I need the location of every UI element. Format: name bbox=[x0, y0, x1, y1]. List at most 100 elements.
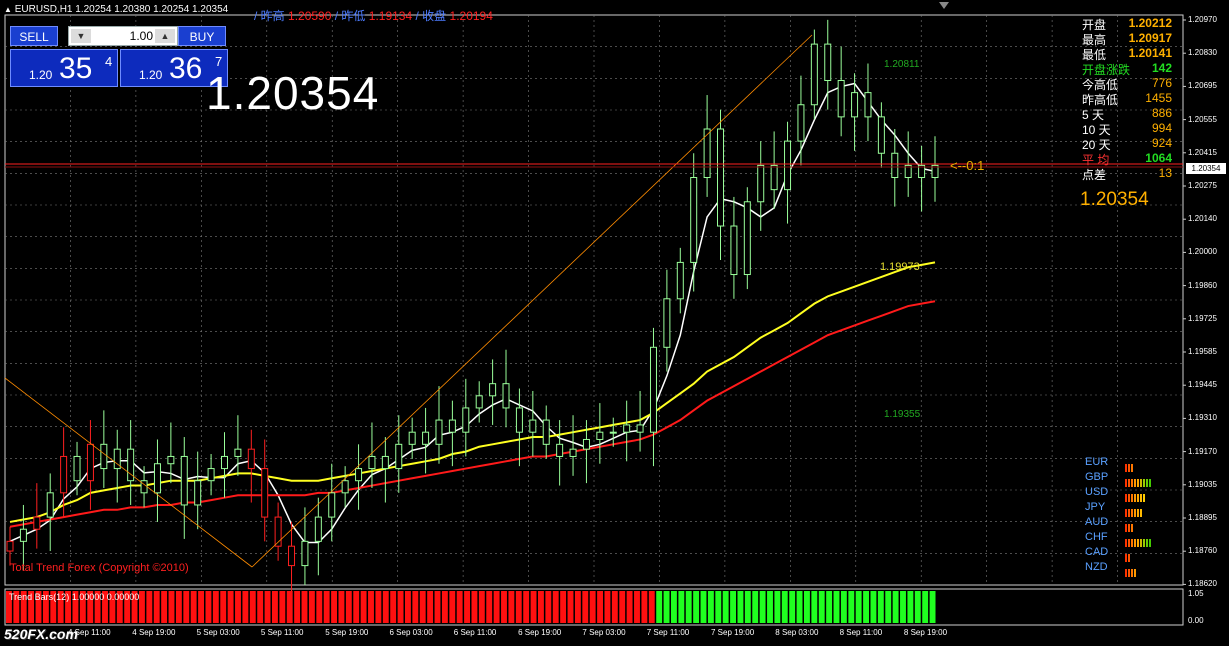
trend-bar-bull bbox=[863, 591, 869, 623]
trend-bar-bear bbox=[368, 591, 374, 623]
currency-strength-bar bbox=[1125, 474, 1152, 487]
arrow-label: <--0:1 bbox=[950, 158, 985, 173]
strength-segment bbox=[1143, 539, 1145, 547]
sell-button[interactable]: SELL bbox=[10, 26, 58, 46]
prev-close-value: 1.20194 bbox=[449, 9, 493, 23]
lot-increase-icon[interactable]: ▲ bbox=[155, 29, 175, 43]
currency-strength-bar bbox=[1125, 519, 1134, 532]
time-axis-label: 8 Sep 11:00 bbox=[839, 628, 883, 637]
current-price-tag: 1.20354 bbox=[1186, 163, 1226, 174]
trend-bar-bear bbox=[323, 591, 330, 623]
price-axis-label: 1.20970 bbox=[1188, 15, 1217, 24]
stats-value: 1.20141 bbox=[1128, 46, 1172, 60]
stats-row: 20 天 924 bbox=[1082, 136, 1172, 152]
trend-bar-bear bbox=[139, 591, 145, 623]
candle-body bbox=[314, 516, 322, 542]
price-axis-label: 1.19725 bbox=[1188, 313, 1217, 323]
stats-label: 点差 bbox=[1082, 168, 1107, 182]
stats-value: 924 bbox=[1151, 136, 1172, 150]
strength-segment bbox=[1128, 494, 1130, 502]
candle-body bbox=[328, 492, 336, 518]
candle-body bbox=[247, 448, 255, 470]
candle-body bbox=[502, 383, 510, 409]
candle-body bbox=[207, 468, 215, 482]
strength-segment bbox=[1140, 539, 1142, 547]
candle-body bbox=[341, 480, 349, 494]
buy-button[interactable]: BUY bbox=[178, 26, 226, 46]
candle-body bbox=[6, 540, 14, 552]
trend-bar-bear bbox=[279, 591, 286, 623]
stats-row: 点差 13 bbox=[1082, 166, 1172, 182]
lot-size-input[interactable]: 1.00 bbox=[93, 29, 153, 43]
stats-value: 886 bbox=[1151, 106, 1172, 120]
current-price-large: 1.20354 bbox=[206, 67, 380, 119]
trend-bar-bull bbox=[722, 591, 729, 623]
strength-segment bbox=[1131, 494, 1133, 502]
candle-body bbox=[636, 424, 644, 433]
strength-segment bbox=[1131, 479, 1133, 487]
trend-bar-bull bbox=[774, 591, 781, 623]
currency-strength-bar bbox=[1125, 549, 1131, 562]
price-axis-label: 1.20275 bbox=[1188, 181, 1217, 190]
time-axis-label: 4 Sep 19:00 bbox=[132, 628, 176, 637]
candle-body bbox=[529, 419, 537, 433]
prev-day-summary: / 昨高 1.20590 / 昨低 1.19134 / 收盘 1.20194 bbox=[254, 7, 493, 24]
trend-bar-bear bbox=[405, 591, 411, 623]
currency-label: NZD bbox=[1085, 561, 1108, 573]
trend-bar-bull bbox=[752, 591, 759, 623]
indicator-axis-label: 1.05 bbox=[1188, 589, 1204, 598]
trend-bar-bear bbox=[626, 591, 633, 623]
trend-bar-bear bbox=[205, 591, 212, 623]
trend-bar-bull bbox=[744, 591, 751, 623]
candle-body bbox=[234, 448, 242, 457]
stats-row: 今高低 776 bbox=[1082, 76, 1172, 92]
strength-segment bbox=[1134, 509, 1136, 517]
time-axis-label: 7 Sep 11:00 bbox=[646, 628, 690, 637]
symbol-info: EURUSD,H1 1.20254 1.20380 1.20254 1.2035… bbox=[14, 4, 229, 15]
trend-bar-bear bbox=[412, 591, 419, 623]
trend-bar-bull bbox=[840, 591, 847, 623]
candle-body bbox=[824, 43, 832, 81]
lot-decrease-icon[interactable]: ▼ bbox=[71, 29, 91, 43]
candle-body bbox=[851, 92, 859, 118]
menu-triangle-icon[interactable]: ▲ bbox=[4, 5, 12, 14]
lot-size-stepper[interactable]: ▼ 1.00 ▲ bbox=[68, 26, 178, 46]
trend-bar-bear bbox=[397, 591, 404, 623]
trend-bar-bull bbox=[900, 591, 906, 623]
trend-bar-bear bbox=[648, 591, 655, 623]
trend-bar-bear bbox=[456, 591, 463, 623]
strength-segment bbox=[1128, 569, 1130, 577]
strength-segment bbox=[1131, 464, 1133, 472]
high-marker-label: 1.20811 bbox=[884, 59, 920, 70]
candle-body bbox=[395, 443, 403, 470]
trend-bar-bear bbox=[331, 591, 337, 623]
trend-bar-bear bbox=[375, 591, 382, 623]
trend-bar-bull bbox=[818, 591, 825, 623]
buy-quote-prefix: 1.20 bbox=[139, 68, 163, 82]
indicator-name-label: Trend Bars(12) 1.00000 0.00000 bbox=[9, 592, 140, 602]
candle-body bbox=[408, 431, 416, 445]
candle-body bbox=[448, 419, 456, 433]
trend-bar-bear bbox=[582, 591, 589, 623]
trend-bar-bear bbox=[419, 591, 426, 623]
stats-value: 1.20917 bbox=[1128, 31, 1172, 45]
strength-segment bbox=[1125, 494, 1127, 502]
stats-value: 1455 bbox=[1145, 91, 1172, 105]
candle-body bbox=[368, 455, 376, 470]
mid-marker-label: 1.19973 bbox=[880, 261, 920, 273]
trend-bar-bear bbox=[264, 591, 271, 623]
chart-shift-marker-icon[interactable] bbox=[939, 2, 949, 9]
trend-bar-bull bbox=[663, 591, 670, 623]
chart-canvas[interactable] bbox=[0, 0, 1229, 646]
strength-segment bbox=[1128, 509, 1130, 517]
strength-segment bbox=[1146, 539, 1148, 547]
candle-body bbox=[596, 431, 604, 440]
stats-row: 10 天 994 bbox=[1082, 121, 1172, 137]
trend-bar-bear bbox=[272, 591, 278, 623]
currency-strength-bar bbox=[1125, 489, 1146, 502]
trend-bar-bear bbox=[390, 591, 397, 623]
strength-segment bbox=[1140, 494, 1142, 502]
strength-segment bbox=[1137, 539, 1139, 547]
sell-quote[interactable]: 1.20 35 4 bbox=[10, 49, 118, 87]
trend-bar-bull bbox=[737, 591, 744, 623]
